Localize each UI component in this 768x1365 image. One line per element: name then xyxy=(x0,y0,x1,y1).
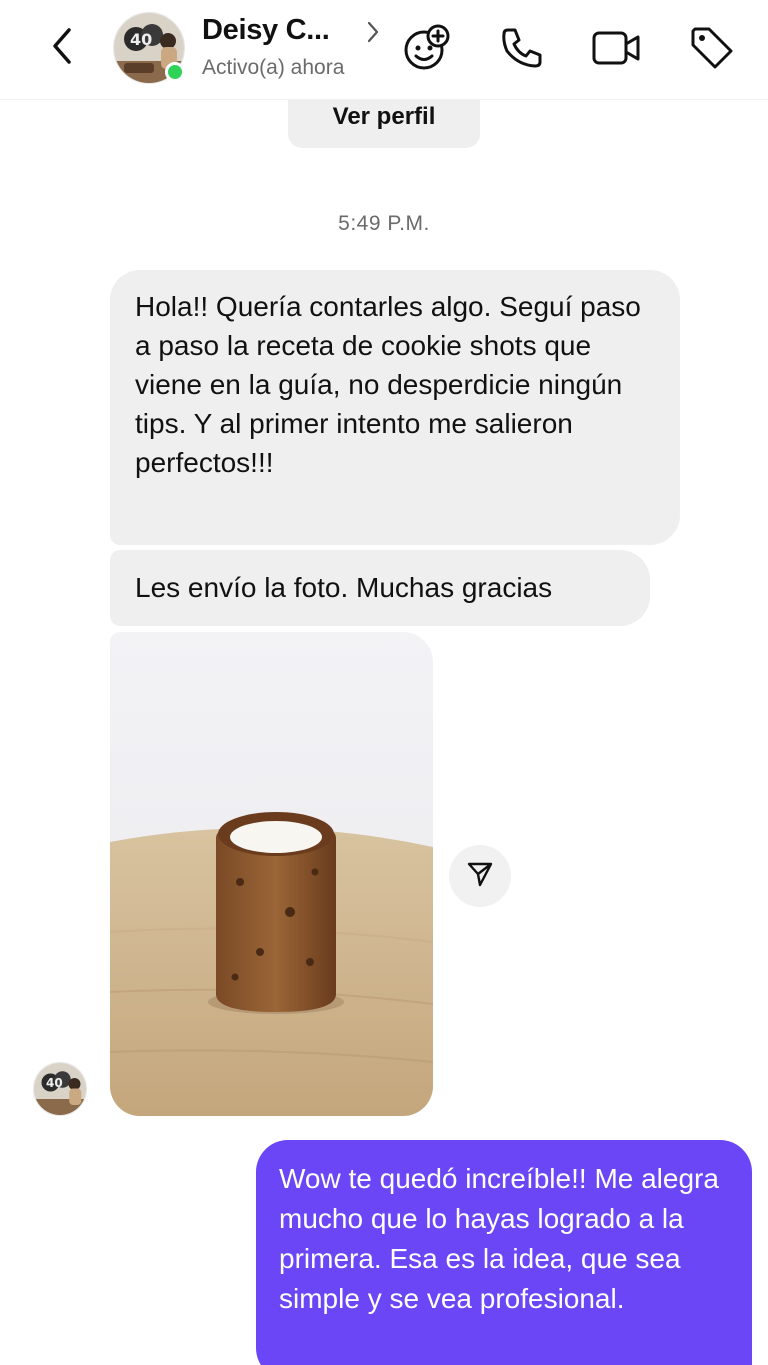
photo-message[interactable] xyxy=(110,632,433,1116)
message-text: Hola!! Quería contarles algo. Seguí paso… xyxy=(135,291,641,478)
svg-text:40: 40 xyxy=(130,30,152,49)
share-button[interactable] xyxy=(449,845,511,907)
message-text: Wow te quedó increíble!! Me alegra mucho… xyxy=(279,1163,719,1314)
view-profile-button[interactable]: Ver perfil xyxy=(288,100,480,148)
video-camera-icon[interactable] xyxy=(590,22,642,74)
message-text: Les envío la foto. Muchas gracias xyxy=(135,572,553,603)
incoming-message[interactable]: Hola!! Quería contarles algo. Seguí paso… xyxy=(110,270,680,545)
tag-icon[interactable] xyxy=(686,22,738,74)
add-effect-icon[interactable] xyxy=(400,22,452,74)
incoming-message[interactable]: Les envío la foto. Muchas gracias xyxy=(110,550,650,626)
contact-avatar[interactable]: 40 xyxy=(113,12,185,84)
outgoing-message[interactable]: Wow te quedó increíble!! Me alegra mucho… xyxy=(256,1140,752,1365)
send-icon xyxy=(466,860,494,893)
chat-header: 40 Deisy C... Activo(a) ahora xyxy=(0,0,768,100)
phone-icon[interactable] xyxy=(496,22,548,74)
chevron-right-icon[interactable] xyxy=(366,20,380,49)
online-status-indicator xyxy=(165,62,185,82)
avatar[interactable]: 40 xyxy=(33,1062,87,1116)
back-arrow-icon[interactable] xyxy=(40,24,84,68)
svg-text:40: 40 xyxy=(46,1076,63,1090)
contact-name[interactable]: Deisy C... xyxy=(202,14,330,47)
active-status: Activo(a) ahora xyxy=(202,56,345,79)
message-timestamp: 5:49 P.M. xyxy=(338,212,430,235)
